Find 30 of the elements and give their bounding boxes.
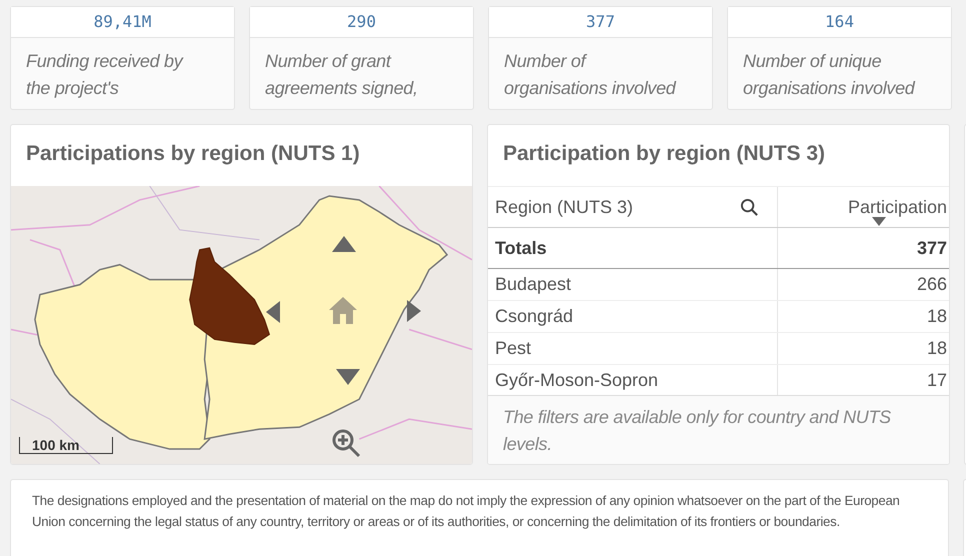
totals-label: Totals <box>494 236 548 260</box>
kpi-label: Number of unique organisations involved <box>742 50 916 100</box>
table-cell: 18 <box>777 333 949 364</box>
kpi-label: Funding received by the project's <box>25 50 184 100</box>
pan-right-icon[interactable] <box>407 300 421 322</box>
pan-left-icon[interactable] <box>266 301 280 323</box>
kpi-label: Number of grant agreements signed, <box>264 50 419 100</box>
kpi-label: Number of organisations involved <box>503 50 678 100</box>
kpi-value: 89,41M <box>11 7 234 38</box>
pan-down-icon[interactable] <box>336 369 360 385</box>
disclaimer-text: The designations employed and the presentation of material on the map do not imply the expression of any opinion whatsoever on the part of the European Union concerning the legal status of any country, territory or areas or of its authorities, or concerning the delimitation of its frontiers or boundaries. <box>10 479 949 556</box>
kpi-value: 290 <box>250 7 473 38</box>
kpi-value: 377 <box>489 7 712 38</box>
kpi-value: 164 <box>728 7 951 38</box>
totals-value: 377 <box>777 228 949 268</box>
panel-title: Participations by region (NUTS 1) <box>25 141 361 167</box>
pan-up-icon[interactable] <box>332 236 356 252</box>
table-cell[interactable]: Pest <box>488 333 777 364</box>
table-cell[interactable]: Budapest <box>488 269 777 300</box>
table-cell[interactable]: Győr-Moson-Sopron <box>488 365 777 395</box>
column-header[interactable]: Region (NUTS 3) <box>488 187 777 227</box>
table-cell: 18 <box>777 301 949 332</box>
search-icon[interactable] <box>740 198 759 216</box>
table-cell[interactable]: Csongrád <box>488 301 777 332</box>
table-cell: 266 <box>777 269 949 300</box>
column-header[interactable]: Participation <box>777 187 949 227</box>
footnote: The filters are available only for country and NUTS levels. <box>488 395 949 464</box>
panel-title: Participation by region (NUTS 3) <box>502 141 826 167</box>
scale-bar: 100 km <box>19 437 113 454</box>
zoom-in-icon[interactable] <box>331 428 361 458</box>
